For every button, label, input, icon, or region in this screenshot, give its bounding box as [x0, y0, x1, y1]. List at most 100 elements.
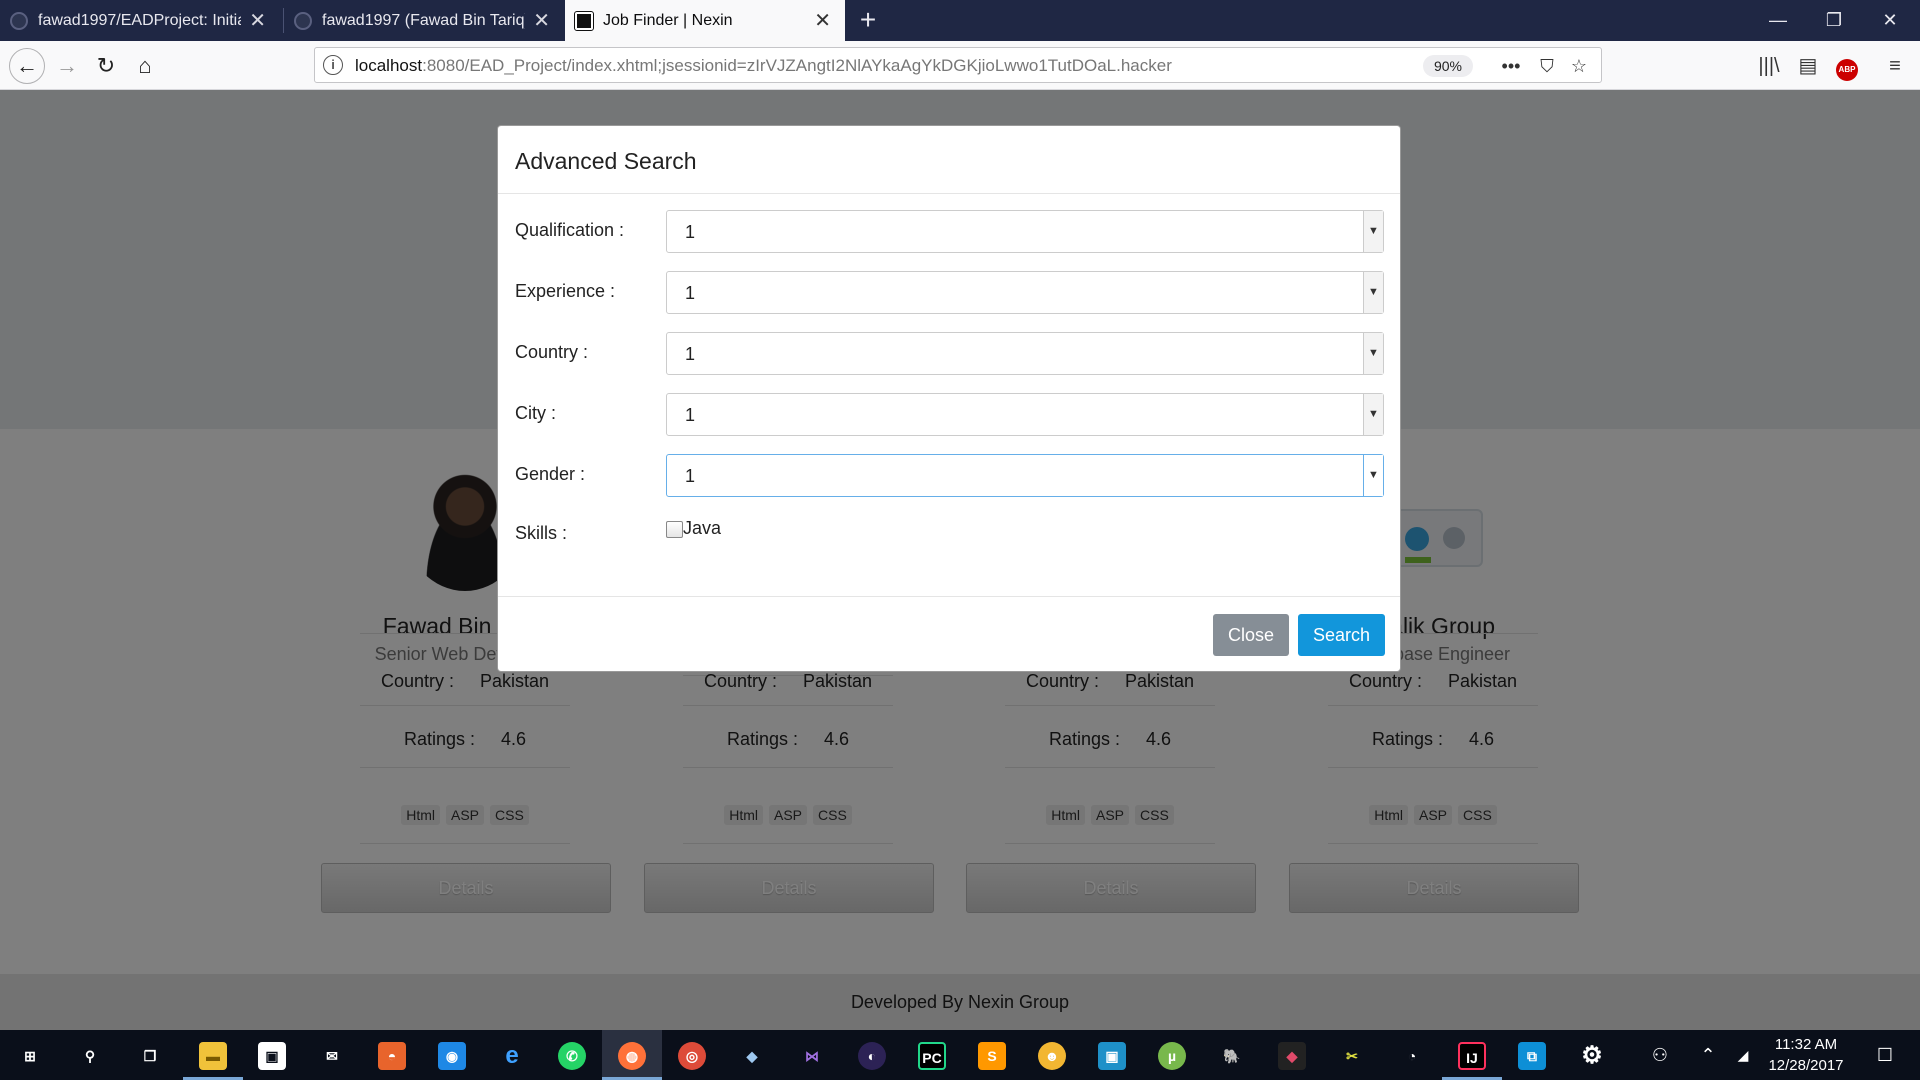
city-select[interactable]: 1 ▼: [666, 393, 1384, 436]
chevron-down-icon[interactable]: ▼: [1363, 272, 1383, 313]
adblock-plus-button[interactable]: ABP: [1830, 49, 1864, 83]
experience-row: Experience : 1 ▼: [498, 271, 1400, 314]
search-button[interactable]: Search: [1298, 614, 1385, 656]
taskbar-app-orange[interactable]: ◓: [362, 1030, 422, 1080]
city-label: City :: [515, 403, 557, 423]
close-tab-icon[interactable]: ✕: [814, 8, 831, 33]
taskbar-app-mail[interactable]: ✉: [302, 1030, 362, 1080]
modal-title: Advanced Search: [515, 148, 697, 174]
taskbar-app-pycharm[interactable]: PC: [902, 1030, 962, 1080]
taskbar-app-whatsapp[interactable]: ✆: [542, 1030, 602, 1080]
gender-select[interactable]: 1 ▼: [666, 454, 1384, 497]
clock-date: 12/28/2017: [1768, 1057, 1844, 1074]
taskbar-app-settings[interactable]: ⚙: [1562, 1030, 1622, 1080]
taskbar-app-eclipse[interactable]: ◐: [842, 1030, 902, 1080]
app-yellow-icon: ☻: [1038, 1042, 1066, 1071]
qualification-row: Qualification : 1 ▼: [498, 210, 1400, 253]
tab-github-project[interactable]: fawad1997/EADProject: Initial C ✕: [0, 0, 280, 41]
page-actions-icon[interactable]: •••: [1497, 53, 1525, 79]
taskbar-app-edge[interactable]: e: [482, 1030, 542, 1080]
chevron-down-icon[interactable]: ▼: [1363, 211, 1383, 252]
mail-icon: ✉: [326, 1048, 338, 1065]
bookmark-star-icon[interactable]: ☆: [1565, 53, 1593, 79]
taskbar-app-messenger[interactable]: ◉: [422, 1030, 482, 1080]
back-button[interactable]: ←: [9, 48, 45, 84]
skills-row: Skills : Java: [498, 518, 1400, 561]
city-row: City : 1 ▼: [498, 393, 1400, 436]
taskbar-app-firefox[interactable]: ◍: [602, 1030, 662, 1080]
reload-button[interactable]: ↻: [89, 49, 123, 83]
menu-icon[interactable]: ≡: [1878, 49, 1912, 83]
search-button[interactable]: ⚲: [60, 1030, 120, 1080]
qualification-label: Qualification :: [515, 220, 625, 240]
pocket-icon[interactable]: ⛉: [1533, 53, 1561, 79]
library-icon[interactable]: |||\: [1752, 49, 1786, 83]
advanced-search-modal: Advanced Search Qualification : 1 ▼ Expe…: [497, 125, 1401, 672]
selected-value: 1: [685, 344, 696, 364]
navigation-toolbar: ← → ↻ ⌂ i localhost:8080/EAD_Project/ind…: [0, 41, 1920, 90]
taskbar-app-tools[interactable]: ✂: [1322, 1030, 1382, 1080]
show-hidden-icons-chevron-icon[interactable]: ⌃: [1690, 1030, 1726, 1080]
experience-select[interactable]: 1 ▼: [666, 271, 1384, 314]
network-icon[interactable]: ◢: [1728, 1030, 1758, 1080]
whatsapp-icon: ✆: [558, 1042, 586, 1071]
tab-title: Job Finder | Nexin: [603, 11, 733, 29]
java-checkbox[interactable]: [666, 521, 683, 538]
minimize-button[interactable]: —: [1750, 0, 1806, 41]
chevron-down-icon[interactable]: ▼: [1363, 333, 1383, 374]
taskbar-app-file-explorer[interactable]: ▬: [183, 1030, 243, 1080]
app-blue-icon: ▣: [1098, 1042, 1126, 1071]
taskbar-app-virtualbox[interactable]: ◆: [722, 1030, 782, 1080]
people-icon[interactable]: ⚇: [1640, 1030, 1680, 1080]
tab-title: fawad1997 (Fawad Bin Tariq): [322, 11, 526, 29]
system-clock[interactable]: 11:32 AM 12/28/2017: [1758, 1034, 1854, 1076]
experience-label: Experience :: [515, 281, 616, 301]
address-bar[interactable]: i localhost:8080/EAD_Project/index.xhtml…: [314, 47, 1602, 83]
taskbar-app-speed[interactable]: ◔: [1382, 1030, 1442, 1080]
qualification-select[interactable]: 1 ▼: [666, 210, 1384, 253]
tab-github-profile[interactable]: fawad1997 (Fawad Bin Tariq) ✕: [284, 0, 564, 41]
taskbar-app-sublime[interactable]: S: [962, 1030, 1022, 1080]
taskbar-app-postgres[interactable]: 🐘: [1202, 1030, 1262, 1080]
url-text[interactable]: localhost:8080/EAD_Project/index.xhtml;j…: [355, 56, 1172, 76]
taskbar-app-dark[interactable]: ◆: [1262, 1030, 1322, 1080]
task-view-button[interactable]: ❐: [120, 1030, 180, 1080]
taskbar-app-chrome[interactable]: ◎: [662, 1030, 722, 1080]
taskbar-app-utorrent[interactable]: µ: [1142, 1030, 1202, 1080]
close-tab-icon[interactable]: ✕: [249, 8, 266, 33]
chevron-down-icon[interactable]: ▼: [1363, 394, 1383, 435]
taskbar-app-visual-studio[interactable]: ⋈: [782, 1030, 842, 1080]
selected-value: 1: [685, 222, 696, 242]
start-button[interactable]: ⊞: [0, 1030, 60, 1080]
selected-value: 1: [685, 405, 696, 425]
github-icon: [294, 11, 312, 30]
taskbar-app-yellow[interactable]: ☻: [1022, 1030, 1082, 1080]
zoom-level-badge[interactable]: 90%: [1423, 55, 1473, 77]
taskbar-app-cyan[interactable]: ⧉: [1502, 1030, 1562, 1080]
edge-icon: e: [505, 1042, 519, 1070]
nexin-favicon-icon: [574, 10, 594, 31]
clock-time: 11:32 AM: [1774, 1036, 1838, 1053]
taskbar-app-store[interactable]: ▣: [242, 1030, 302, 1080]
forward-button[interactable]: →: [50, 49, 84, 83]
pycharm-icon: PC: [918, 1042, 946, 1071]
firefox-icon: ◍: [618, 1042, 646, 1071]
taskbar-app-intellij[interactable]: IJ: [1442, 1030, 1502, 1080]
java-checkbox-label[interactable]: Java: [683, 518, 721, 539]
search-icon: ⚲: [84, 1048, 96, 1065]
restore-button[interactable]: ❐: [1806, 0, 1862, 41]
home-button[interactable]: ⌂: [128, 49, 162, 83]
new-tab-button[interactable]: +: [852, 4, 884, 36]
close-tab-icon[interactable]: ✕: [533, 8, 550, 33]
action-center-icon[interactable]: ☐: [1860, 1030, 1910, 1080]
modal-footer: Close Search: [498, 596, 1400, 672]
tab-job-finder[interactable]: Job Finder | Nexin ✕: [565, 0, 845, 41]
window-close-button[interactable]: ✕: [1862, 0, 1918, 41]
close-button[interactable]: Close: [1213, 614, 1289, 656]
chevron-down-icon[interactable]: ▼: [1363, 455, 1383, 496]
app-cyan-icon: ⧉: [1518, 1042, 1546, 1071]
sidebar-icon[interactable]: ▤: [1791, 49, 1825, 83]
site-info-icon[interactable]: i: [323, 55, 343, 75]
country-select[interactable]: 1 ▼: [666, 332, 1384, 375]
taskbar-app-blue[interactable]: ▣: [1082, 1030, 1142, 1080]
